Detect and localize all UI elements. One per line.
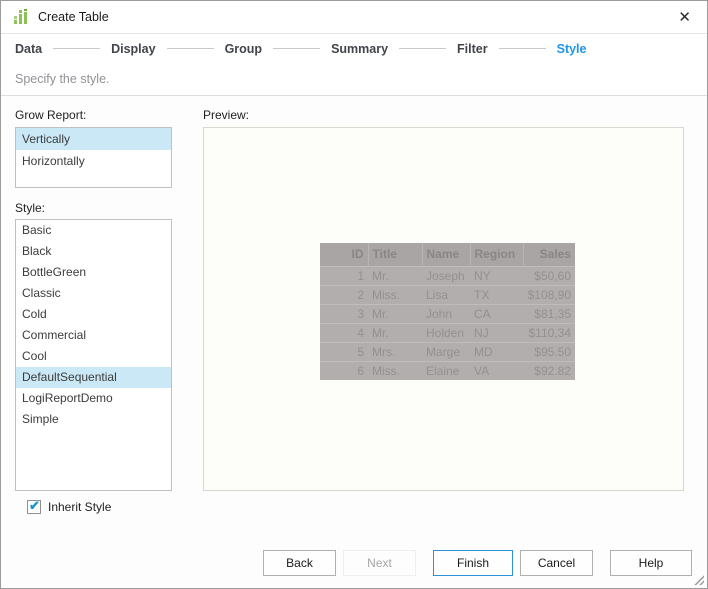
finish-button[interactable]: Finish [433,550,513,576]
preview-box: ID Title Name Region Sales 1 Mr. Joseph NY $50,60… [203,127,684,491]
list-item-horizontally[interactable]: Horizontally [16,150,171,172]
step-group[interactable]: Group [225,42,263,56]
step-display[interactable]: Display [111,42,155,56]
checkmark-icon: ✔ [29,498,40,513]
next-button: Next [343,550,416,576]
table-cell: Mr. [368,322,422,342]
step-caption: Specify the style. [15,72,110,86]
list-item-cold[interactable]: Cold [16,304,171,325]
table-cell: Joseph [422,265,470,285]
list-item-basic[interactable]: Basic [16,220,171,241]
list-item-black[interactable]: Black [16,241,171,262]
style-label: Style: [15,201,46,215]
table-cell: $50,60 [523,265,575,285]
table-cell: 5 [320,341,368,361]
cancel-button[interactable]: Cancel [520,550,593,576]
table-header-cell: Name [421,243,470,266]
step-connector [53,48,101,49]
inherit-style-checkbox[interactable]: ✔ [27,498,41,514]
table-cell: $81,35 [523,303,575,323]
inherit-style-label: Inherit Style [48,500,112,514]
grow-report-list: Vertically Horizontally [15,127,172,188]
help-button[interactable]: Help [610,550,692,576]
table-cell: 4 [320,322,368,342]
step-filter[interactable]: Filter [457,42,488,56]
table-cell: TX [470,284,523,304]
list-item-defaultsequential[interactable]: DefaultSequential [16,367,171,388]
style-list: Basic Black BottleGreen Classic Cold Com… [15,219,172,491]
close-icon[interactable]: ✕ [674,8,695,27]
table-row: 2 Miss. Lisa TX $108,90 [320,284,575,304]
list-item-cool[interactable]: Cool [16,346,171,367]
bar-chart-icon [14,9,27,24]
table-cell: $92.82 [523,360,575,380]
grow-report-label: Grow Report: [15,108,87,122]
dialog-title: Create Table [38,10,109,24]
table-cell: 3 [320,303,368,323]
table-header-row: ID Title Name Region Sales [320,243,575,266]
inherit-style-row: ✔ Inherit Style [27,498,112,514]
wizard-steps: Data Display Group Summary Filter Style [1,34,707,63]
table-cell: CA [470,303,523,323]
table-row: 5 Mrs. Marge MD $95.50 [320,341,575,361]
table-cell: Lisa [422,284,470,304]
table-cell: NJ [470,322,523,342]
table-cell: 6 [320,360,368,380]
list-item-classic[interactable]: Classic [16,283,171,304]
preview-label: Preview: [203,108,250,122]
table-cell: $110,34 [523,322,575,342]
table-cell: $95.50 [523,341,575,361]
caption-band: Specify the style. [1,63,707,96]
table-header-cell: Region [469,243,523,266]
table-cell: Miss. [368,360,422,380]
table-cell: Mr. [368,303,422,323]
table-header-cell: Title [367,243,422,266]
step-data[interactable]: Data [15,42,42,56]
preview-table: ID Title Name Region Sales 1 Mr. Joseph NY $50,60… [320,243,575,380]
table-cell: Marge [422,341,470,361]
table-row: 4 Mr. Holden NJ $110,34 [320,322,575,342]
resize-grip-icon[interactable] [692,573,704,585]
table-cell: MD [470,341,523,361]
list-item-logireportdemo[interactable]: LogiReportDemo [16,388,171,409]
table-header-cell: ID [320,243,368,266]
step-summary[interactable]: Summary [331,42,388,56]
list-item-vertically[interactable]: Vertically [16,128,171,150]
table-cell: John [422,303,470,323]
table-cell: VA [470,360,523,380]
table-cell: 1 [320,265,368,285]
table-cell: $108,90 [523,284,575,304]
step-connector [399,48,447,49]
list-item-simple[interactable]: Simple [16,409,171,430]
table-cell: Mr. [368,265,422,285]
table-header-cell: Sales [522,243,575,266]
table-cell: Miss. [368,284,422,304]
list-item-bottlegreen[interactable]: BottleGreen [16,262,171,283]
create-table-dialog: Create Table ✕ Data Display Group Summar… [0,0,708,589]
table-row: 6 Miss. Elaine VA $92.82 [320,360,575,380]
title-bar: Create Table ✕ [1,1,707,34]
step-connector [498,48,546,49]
table-cell: Elaine [422,360,470,380]
table-cell: 2 [320,284,368,304]
table-cell: Mrs. [368,341,422,361]
table-row: 1 Mr. Joseph NY $50,60 [320,265,575,285]
back-button[interactable]: Back [263,550,336,576]
step-style[interactable]: Style [557,42,587,56]
table-row: 3 Mr. John CA $81,35 [320,303,575,323]
table-cell: Holden [422,322,470,342]
table-cell: NY [470,265,523,285]
step-connector [273,48,321,49]
footer-buttons: Back Next Finish Cancel Help [263,550,692,576]
list-item-commercial[interactable]: Commercial [16,325,171,346]
step-connector [166,48,214,49]
